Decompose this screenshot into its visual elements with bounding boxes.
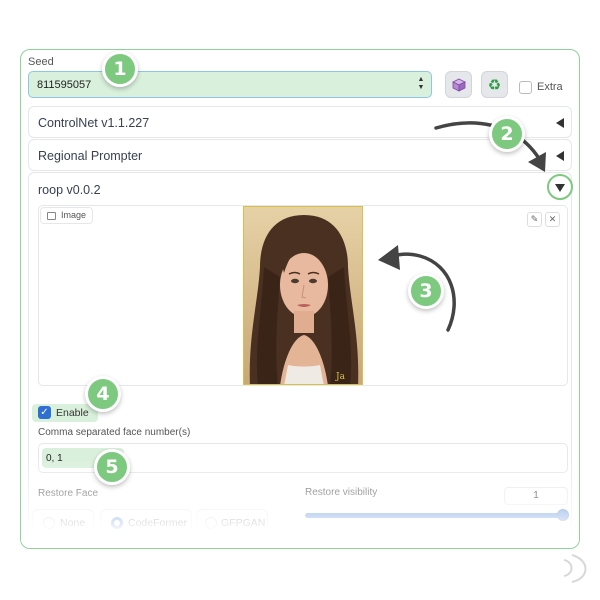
- step-badge-5: 5: [94, 449, 130, 485]
- roop-collapse-button[interactable]: [547, 174, 573, 200]
- step-badge-2: 2: [489, 116, 525, 152]
- brand-logo-icon: [563, 554, 587, 583]
- step-badge-1: 1: [102, 51, 138, 87]
- arrowhead-3-icon: [378, 245, 400, 270]
- triangle-down-icon: [555, 184, 565, 192]
- annotation-layer: [378, 121, 587, 583]
- step-badge-3: 3: [408, 273, 444, 309]
- step-badge-4: 4: [85, 376, 121, 412]
